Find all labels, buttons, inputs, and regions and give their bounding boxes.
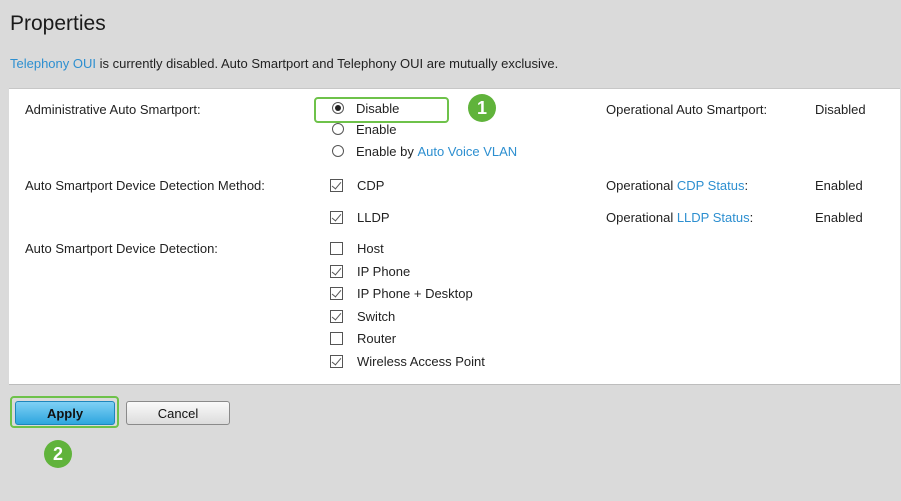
callout-badge-2: 2	[44, 440, 72, 468]
checkbox-ip-phone-desktop-control[interactable]	[330, 286, 343, 300]
lldp-status-label: Operational LLDP Status:	[606, 210, 753, 225]
checkbox-ip-phone-label: IP Phone	[357, 263, 411, 279]
checkbox-cdp-control[interactable]	[330, 178, 343, 192]
checkbox-wireless-ap-control[interactable]	[330, 354, 343, 368]
checkbox-cdp-label: CDP	[357, 177, 385, 193]
checkbox-ip-phone-control[interactable]	[330, 264, 343, 278]
checkbox-lldp-label: LLDP	[357, 209, 390, 225]
radio-enable-by-vlan[interactable]: Enable by Auto Voice VLAN	[332, 142, 517, 160]
callout-badge-1: 1	[468, 94, 496, 122]
checkbox-router-label: Router	[357, 330, 397, 346]
checkbox-ip-phone[interactable]: IP Phone	[330, 262, 410, 280]
radio-enable-by-label: Enable by	[356, 143, 418, 159]
checkbox-ip-phone-desktop-label: IP Phone + Desktop	[357, 285, 473, 301]
page-title: Properties	[10, 12, 106, 35]
lldp-status-value: Enabled	[815, 210, 863, 225]
apply-button[interactable]: Apply	[15, 401, 115, 425]
checkbox-lldp-control[interactable]	[330, 210, 343, 224]
checkbox-switch[interactable]: Switch	[330, 307, 395, 325]
checkbox-host[interactable]: Host	[330, 239, 384, 257]
cdp-status-link[interactable]: CDP Status	[677, 178, 745, 193]
checkbox-wireless-ap-label: Wireless Access Point	[357, 353, 485, 369]
checkbox-router-control[interactable]	[330, 331, 343, 345]
radio-disable[interactable]: Disable	[332, 99, 399, 117]
checkbox-router[interactable]: Router	[330, 329, 396, 347]
operational-smartport-label: Operational Auto Smartport:	[606, 102, 768, 117]
lldp-status-suffix: :	[749, 210, 754, 225]
checkbox-host-control[interactable]	[330, 241, 343, 255]
checkbox-ip-phone-desktop[interactable]: IP Phone + Desktop	[330, 284, 473, 302]
cdp-status-suffix: :	[744, 178, 749, 193]
detection-method-label: Auto Smartport Device Detection Method:	[25, 178, 265, 193]
lldp-status-prefix: Operational	[606, 210, 677, 225]
checkbox-cdp[interactable]: CDP	[330, 176, 384, 194]
operational-smartport-value: Disabled	[815, 102, 866, 117]
device-detection-label: Auto Smartport Device Detection:	[25, 241, 218, 256]
cdp-status-value: Enabled	[815, 178, 863, 193]
radio-enable-label: Enable	[356, 121, 397, 137]
radio-enable-control[interactable]	[332, 123, 344, 135]
radio-enable[interactable]: Enable	[332, 120, 396, 138]
notice-text: is currently disabled. Auto Smartport an…	[96, 56, 559, 71]
cancel-button[interactable]: Cancel	[126, 401, 230, 425]
checkbox-host-label: Host	[357, 240, 384, 256]
checkbox-switch-label: Switch	[357, 308, 396, 324]
radio-enable-by-vlan-control[interactable]	[332, 145, 344, 157]
radio-disable-label: Disable	[356, 100, 400, 116]
cdp-status-label: Operational CDP Status:	[606, 178, 748, 193]
auto-voice-vlan-link[interactable]: Auto Voice VLAN	[417, 144, 517, 159]
checkbox-switch-control[interactable]	[330, 309, 343, 323]
radio-disable-control[interactable]	[332, 102, 344, 114]
cdp-status-prefix: Operational	[606, 178, 677, 193]
properties-panel: Administrative Auto Smartport: 1 Disable…	[9, 88, 900, 385]
checkbox-wireless-ap[interactable]: Wireless Access Point	[330, 352, 485, 370]
admin-smartport-label: Administrative Auto Smartport:	[25, 102, 201, 117]
telephony-oui-link[interactable]: Telephony OUI	[10, 56, 96, 71]
lldp-status-link[interactable]: LLDP Status	[677, 210, 750, 225]
exclusivity-notice: Telephony OUI is currently disabled. Aut…	[10, 56, 558, 71]
checkbox-lldp[interactable]: LLDP	[330, 208, 390, 226]
